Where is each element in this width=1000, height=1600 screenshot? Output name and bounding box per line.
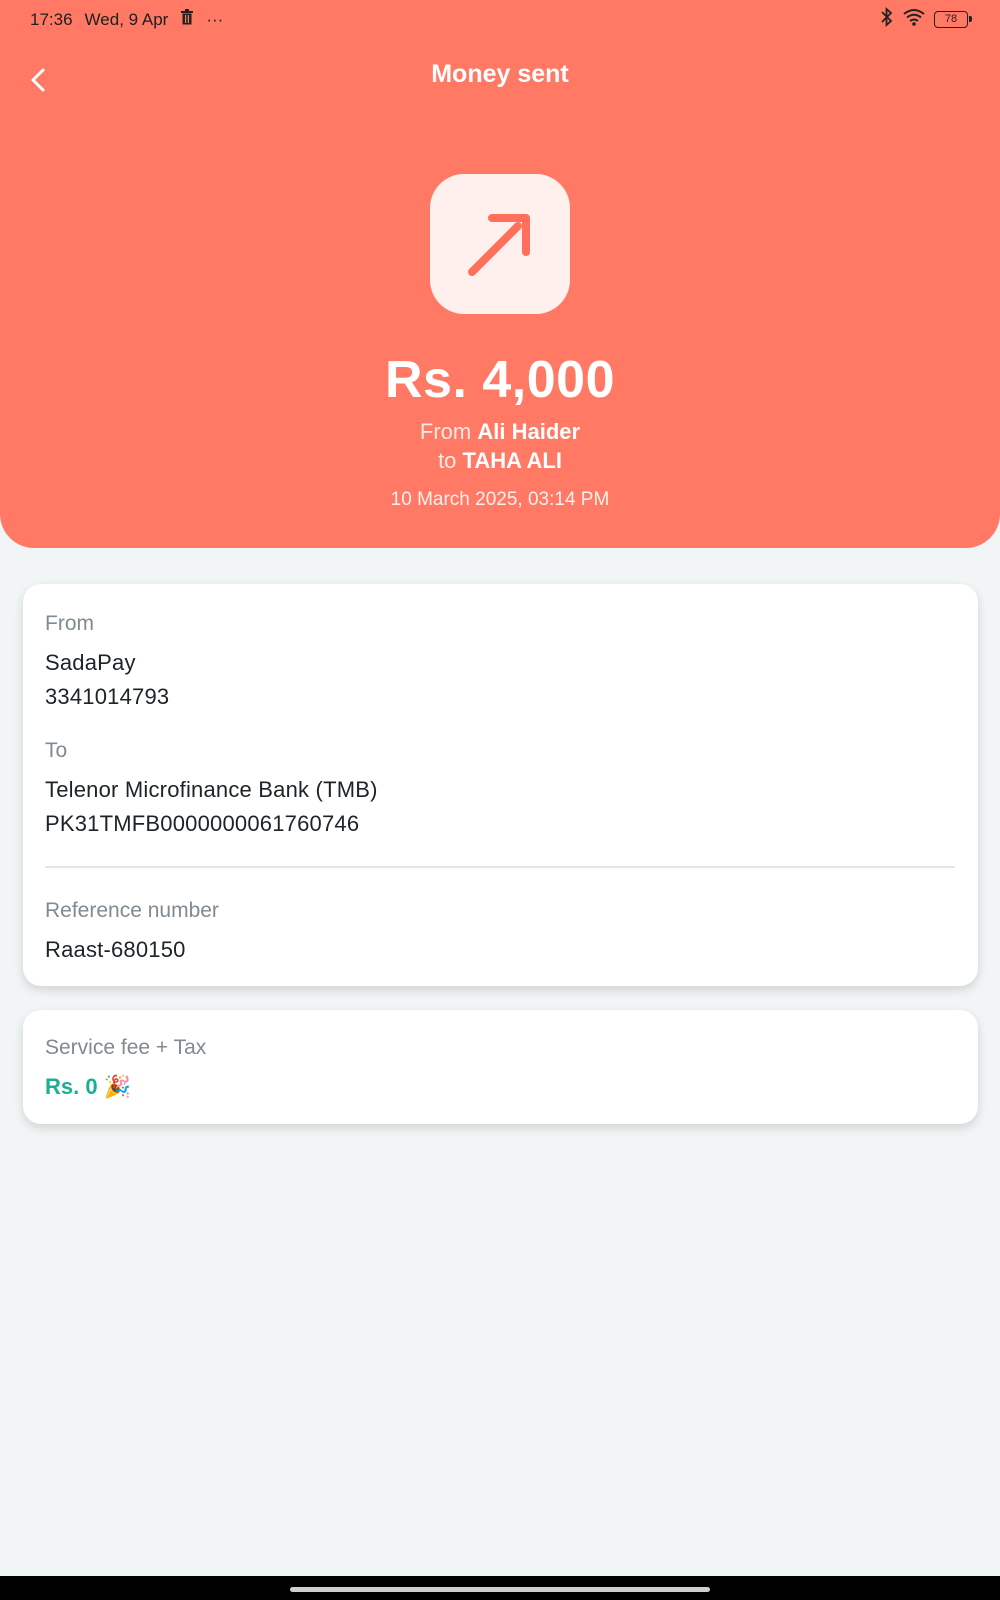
- fee-value-row: Rs. 0 🎉: [45, 1074, 131, 1100]
- transfer-details-card: From SadaPay 3341014793 To Telenor Micro…: [23, 584, 978, 986]
- transfer-amount: Rs. 4,000: [385, 351, 615, 409]
- from-prefix: From: [419, 419, 472, 444]
- status-more: ···: [206, 9, 224, 29]
- sender-name: Ali Haider: [477, 419, 581, 444]
- money-sent-icon: [430, 174, 570, 314]
- reference-number[interactable]: Raast-680150: [45, 937, 186, 963]
- party-popper-icon: 🎉: [103, 1074, 131, 1099]
- fee-label: Service fee + Tax: [45, 1036, 207, 1059]
- reference-label: Reference number: [45, 899, 219, 922]
- bluetooth-icon: [880, 6, 894, 32]
- wifi-icon: [902, 8, 926, 31]
- battery-icon: 78: [934, 11, 972, 28]
- transfer-datetime: 10 March 2025, 03:14 PM: [390, 489, 610, 510]
- transfer-parties: From Ali Haider to TAHA ALI: [0, 417, 1000, 475]
- status-bar: 17:36 Wed, 9 Apr ··· 78: [0, 0, 1000, 38]
- to-label: To: [45, 739, 68, 762]
- from-label: From: [45, 612, 94, 635]
- from-provider: SadaPay: [45, 650, 136, 675]
- recipient-name: TAHA ALI: [462, 448, 562, 473]
- status-time: 17:36: [30, 9, 73, 29]
- fee-value: Rs. 0: [45, 1074, 98, 1099]
- to-iban: PK31TMFB0000000061760746: [45, 811, 360, 836]
- arrow-up-right-icon: [468, 214, 530, 276]
- home-gesture-handle[interactable]: [290, 1587, 710, 1592]
- to-prefix: to: [438, 448, 457, 473]
- page-title: Money sent: [431, 60, 569, 88]
- divider: [45, 866, 955, 868]
- from-account: 3341014793: [45, 684, 170, 709]
- fee-card: Service fee + Tax Rs. 0 🎉: [23, 1010, 978, 1124]
- trash-icon: [180, 9, 194, 30]
- status-date: Wed, 9 Apr: [84, 9, 169, 29]
- to-bank: Telenor Microfinance Bank (TMB): [45, 777, 378, 802]
